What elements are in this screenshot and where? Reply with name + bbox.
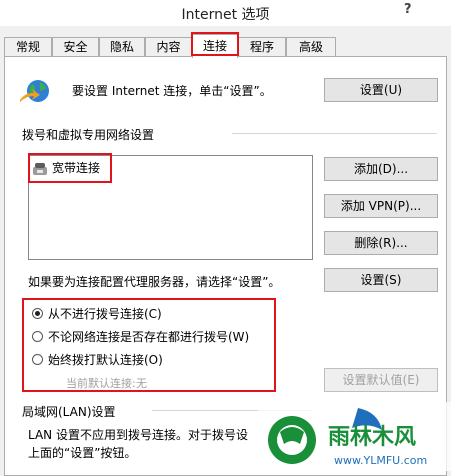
delete-button[interactable]: 删除(R)...	[324, 231, 438, 255]
dialup-group-label: 拨号和虚拟专用网络设置	[22, 128, 155, 142]
tab-advanced[interactable]: 高级	[286, 37, 336, 57]
proxy-instruction: 如果要为连接配置代理服务器，请选择“设置”。	[28, 275, 281, 289]
lan-text-line1: LAN 设置不应用到拨号连接。对于拨号设	[28, 428, 248, 442]
internet-globe-icon	[20, 80, 49, 102]
tab-content[interactable]: 内容	[145, 37, 192, 57]
radio-always-dial-label: 始终拨打默认连接(O)	[48, 353, 163, 367]
svg-text:雨林木风: 雨林木风	[328, 425, 416, 450]
connection-highlight-box	[28, 153, 112, 183]
radio-dial-when-no-network-label: 不论网络连接是否存在都进行拨号(W)	[48, 330, 250, 344]
set-default-button[interactable]: 设置默认值(E)	[324, 368, 438, 392]
tab-programs[interactable]: 程序	[238, 37, 286, 57]
lan-text-line2: 上面的“设置”按钮。	[28, 446, 137, 460]
tab-general[interactable]: 常规	[4, 37, 52, 57]
add-button[interactable]: 添加(D)...	[324, 157, 438, 181]
radio-dial-when-no-network[interactable]: 不论网络连接是否存在都进行拨号(W)	[32, 328, 249, 345]
setup-button[interactable]: 设置(U)	[324, 78, 438, 102]
radio-never-dial-label: 从不进行拨号连接(C)	[48, 307, 162, 321]
tab-privacy[interactable]: 隐私	[99, 37, 145, 57]
window-title: Internet 选项	[181, 7, 270, 23]
radio-never-dial[interactable]: 从不进行拨号连接(C)	[32, 305, 162, 322]
setup-instruction: 要设置 Internet 连接，单击“设置”。	[72, 84, 272, 98]
current-default-value: 无	[136, 377, 147, 390]
add-vpn-button[interactable]: 添加 VPN(P)...	[324, 194, 438, 218]
dialup-group-divider	[232, 133, 437, 134]
radio-always-dial[interactable]: 始终拨打默认连接(O)	[32, 351, 163, 368]
radio-indicator	[32, 354, 43, 365]
connection-settings-button[interactable]: 设置(S)	[324, 268, 438, 292]
help-button[interactable]: ?	[404, 2, 412, 17]
watermark-logo: 雨林木风 www.YLMFU.com	[258, 402, 451, 471]
radio-indicator	[32, 331, 43, 342]
title-bar: Internet 选项 ?	[0, 0, 451, 26]
lan-group-label: 局域网(LAN)设置	[22, 405, 116, 419]
tab-highlight-box	[191, 32, 239, 56]
current-default-label: 当前默认连接:	[66, 377, 136, 390]
tab-security[interactable]: 安全	[52, 37, 99, 57]
svg-text:www.YLMFU.com: www.YLMFU.com	[334, 454, 427, 467]
radio-checked-indicator	[32, 308, 43, 319]
